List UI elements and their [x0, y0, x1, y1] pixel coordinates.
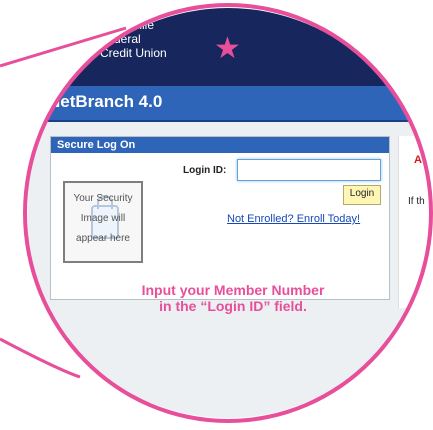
lens-ring: [23, 3, 433, 423]
